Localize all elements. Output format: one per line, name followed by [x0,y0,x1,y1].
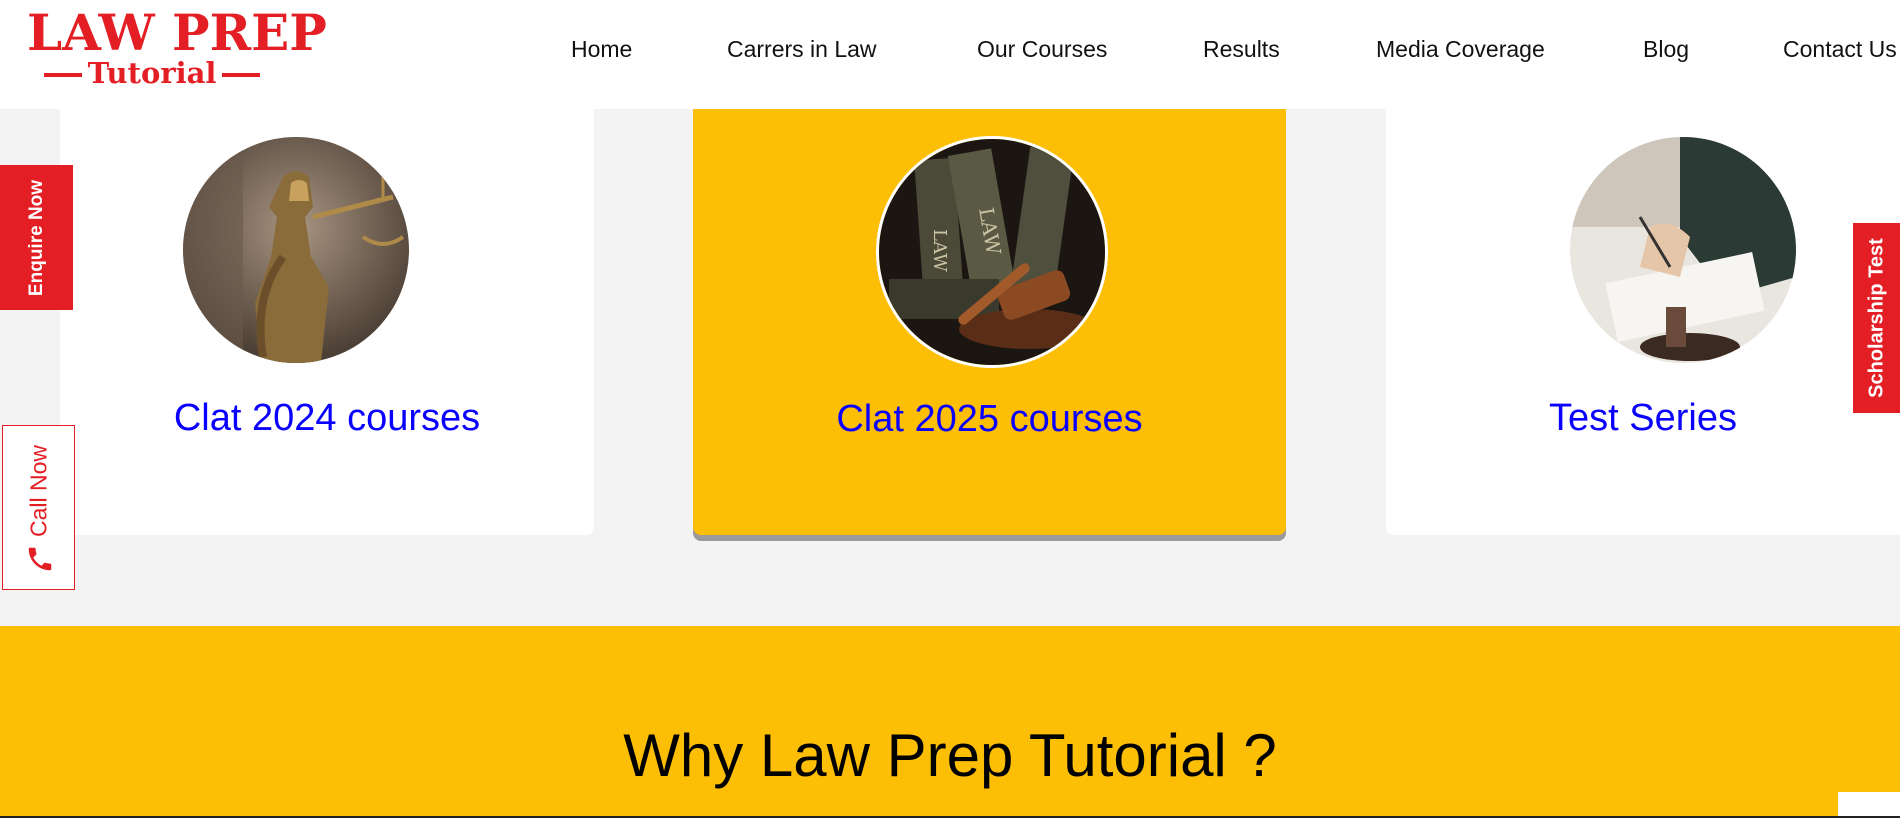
nav-contact-us[interactable]: Contact Us [1783,36,1897,63]
logo-line2: Tutorial [87,56,217,90]
nav-results[interactable]: Results [1203,36,1280,63]
call-now-tab[interactable]: Call Now [2,425,75,590]
why-section: Why Law Prep Tutorial ? [0,626,1900,818]
site-header: LAW PREP Tutorial Home Carrers in Law Ou… [0,0,1900,109]
nav-home[interactable]: Home [571,36,632,63]
call-now-label: Call Now [25,444,51,538]
why-heading: Why Law Prep Tutorial ? [623,722,1277,789]
logo-rule-right [222,73,261,77]
enquire-now-tab[interactable]: Enquire Now [0,165,73,310]
law-prep-logo[interactable]: LAW PREP Tutorial [27,8,327,90]
nav-blog[interactable]: Blog [1643,36,1689,63]
nav-our-courses[interactable]: Our Courses [977,36,1107,63]
course-card-test-series[interactable]: Test Series [1386,109,1900,535]
course-card-clat-2025[interactable]: LAW LAW Clat 2025 courses [693,109,1286,535]
logo-wordmark: LAW PREP [27,8,327,58]
course-title-clat-2025[interactable]: Clat 2025 courses [693,398,1286,441]
logo-line1: LAW PREP [27,3,327,62]
nav-media-coverage[interactable]: Media Coverage [1376,36,1545,63]
nav-careers-in-law[interactable]: Carrers in Law [727,36,877,63]
scholarship-test-tab[interactable]: Scholarship Test [1853,223,1900,413]
lawyer-writing-gavel-icon [1570,137,1796,363]
phone-icon [25,544,55,578]
course-title-clat-2024[interactable]: Clat 2024 courses [60,397,594,440]
law-books-gavel-icon: LAW LAW [876,136,1108,368]
lady-justice-statue-icon [183,137,409,363]
corner-widget[interactable] [1838,792,1900,818]
logo-rule-left [43,73,82,77]
course-card-clat-2024[interactable]: Clat 2024 courses [60,109,594,535]
svg-text:LAW: LAW [929,229,950,272]
scholarship-test-label: Scholarship Test [1865,238,1887,398]
enquire-now-label: Enquire Now [25,179,47,296]
course-title-test-series[interactable]: Test Series [1386,397,1900,440]
